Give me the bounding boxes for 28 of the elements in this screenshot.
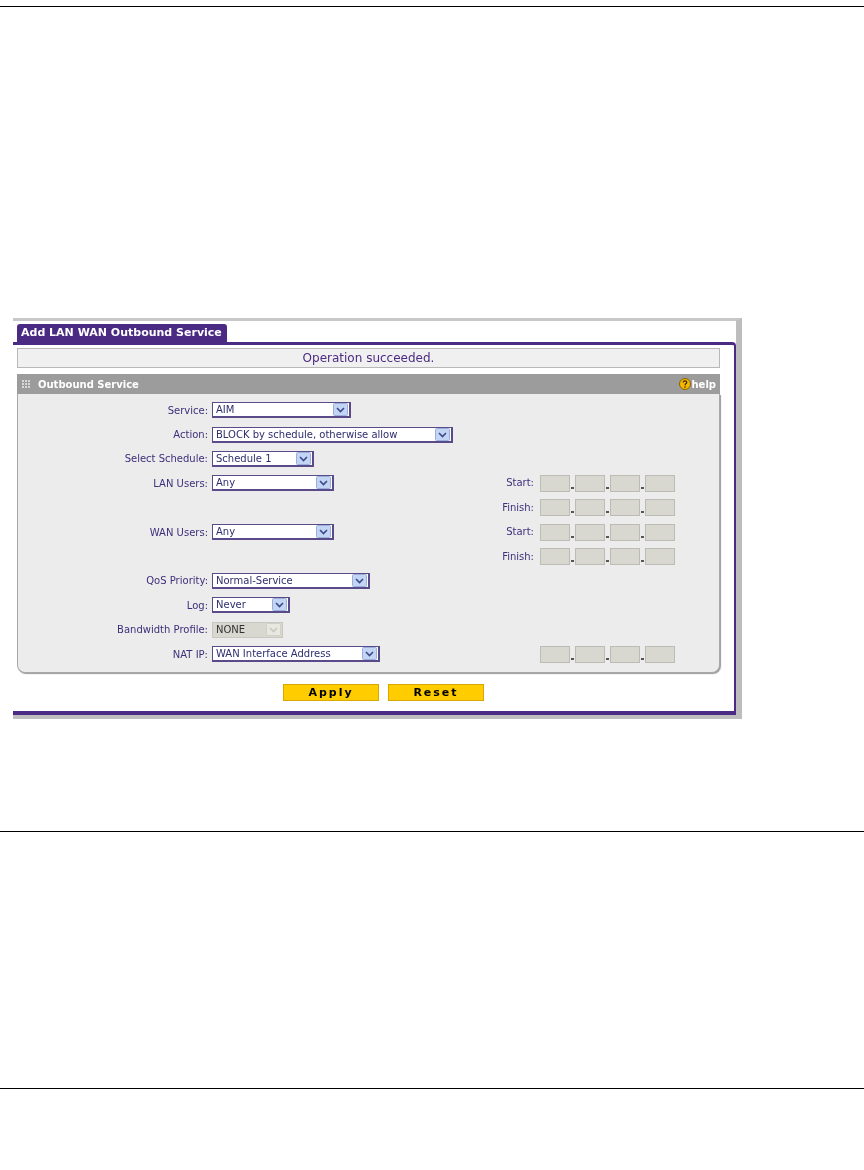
field-label: LAN Users:: [152, 477, 209, 489]
field-label: Start:: [505, 476, 534, 491]
field-label: Start:: [505, 525, 534, 540]
tab[interactable]: Add LAN WAN Outbound Service: [17, 324, 227, 342]
field-label: Service:: [166, 404, 209, 416]
dropdown[interactable]: Any: [212, 524, 334, 541]
field-label: WAN Users:: [148, 526, 209, 538]
section-title: Outbound Service: [38, 378, 140, 390]
help-icon: [678, 378, 691, 390]
field-label: Bandwidth Profile:: [116, 624, 209, 636]
dropdown[interactable]: BLOCK by schedule, otherwise allow: [212, 426, 453, 443]
grip-icon: [22, 380, 30, 388]
button[interactable]: Apply: [283, 684, 379, 702]
field-label: NAT IP:: [171, 648, 209, 660]
field-label: Log:: [185, 599, 209, 611]
button[interactable]: Reset: [388, 684, 484, 702]
dropdown[interactable]: Normal-Service: [212, 572, 370, 589]
field-label: Action:: [172, 429, 209, 441]
field-label: Finish:: [501, 549, 534, 564]
dropdown[interactable]: WAN Interface Address: [212, 646, 380, 663]
dropdown[interactable]: Never: [212, 597, 290, 614]
dropdown[interactable]: Schedule 1: [212, 450, 314, 467]
status-message: Operation succeeded.: [17, 348, 720, 368]
field-label: QoS Priority:: [145, 575, 209, 587]
dropdown[interactable]: Any: [212, 475, 334, 492]
field-label: Finish:: [501, 500, 534, 515]
field-label: Select Schedule:: [123, 453, 209, 465]
dropdown[interactable]: AIM: [212, 402, 351, 419]
